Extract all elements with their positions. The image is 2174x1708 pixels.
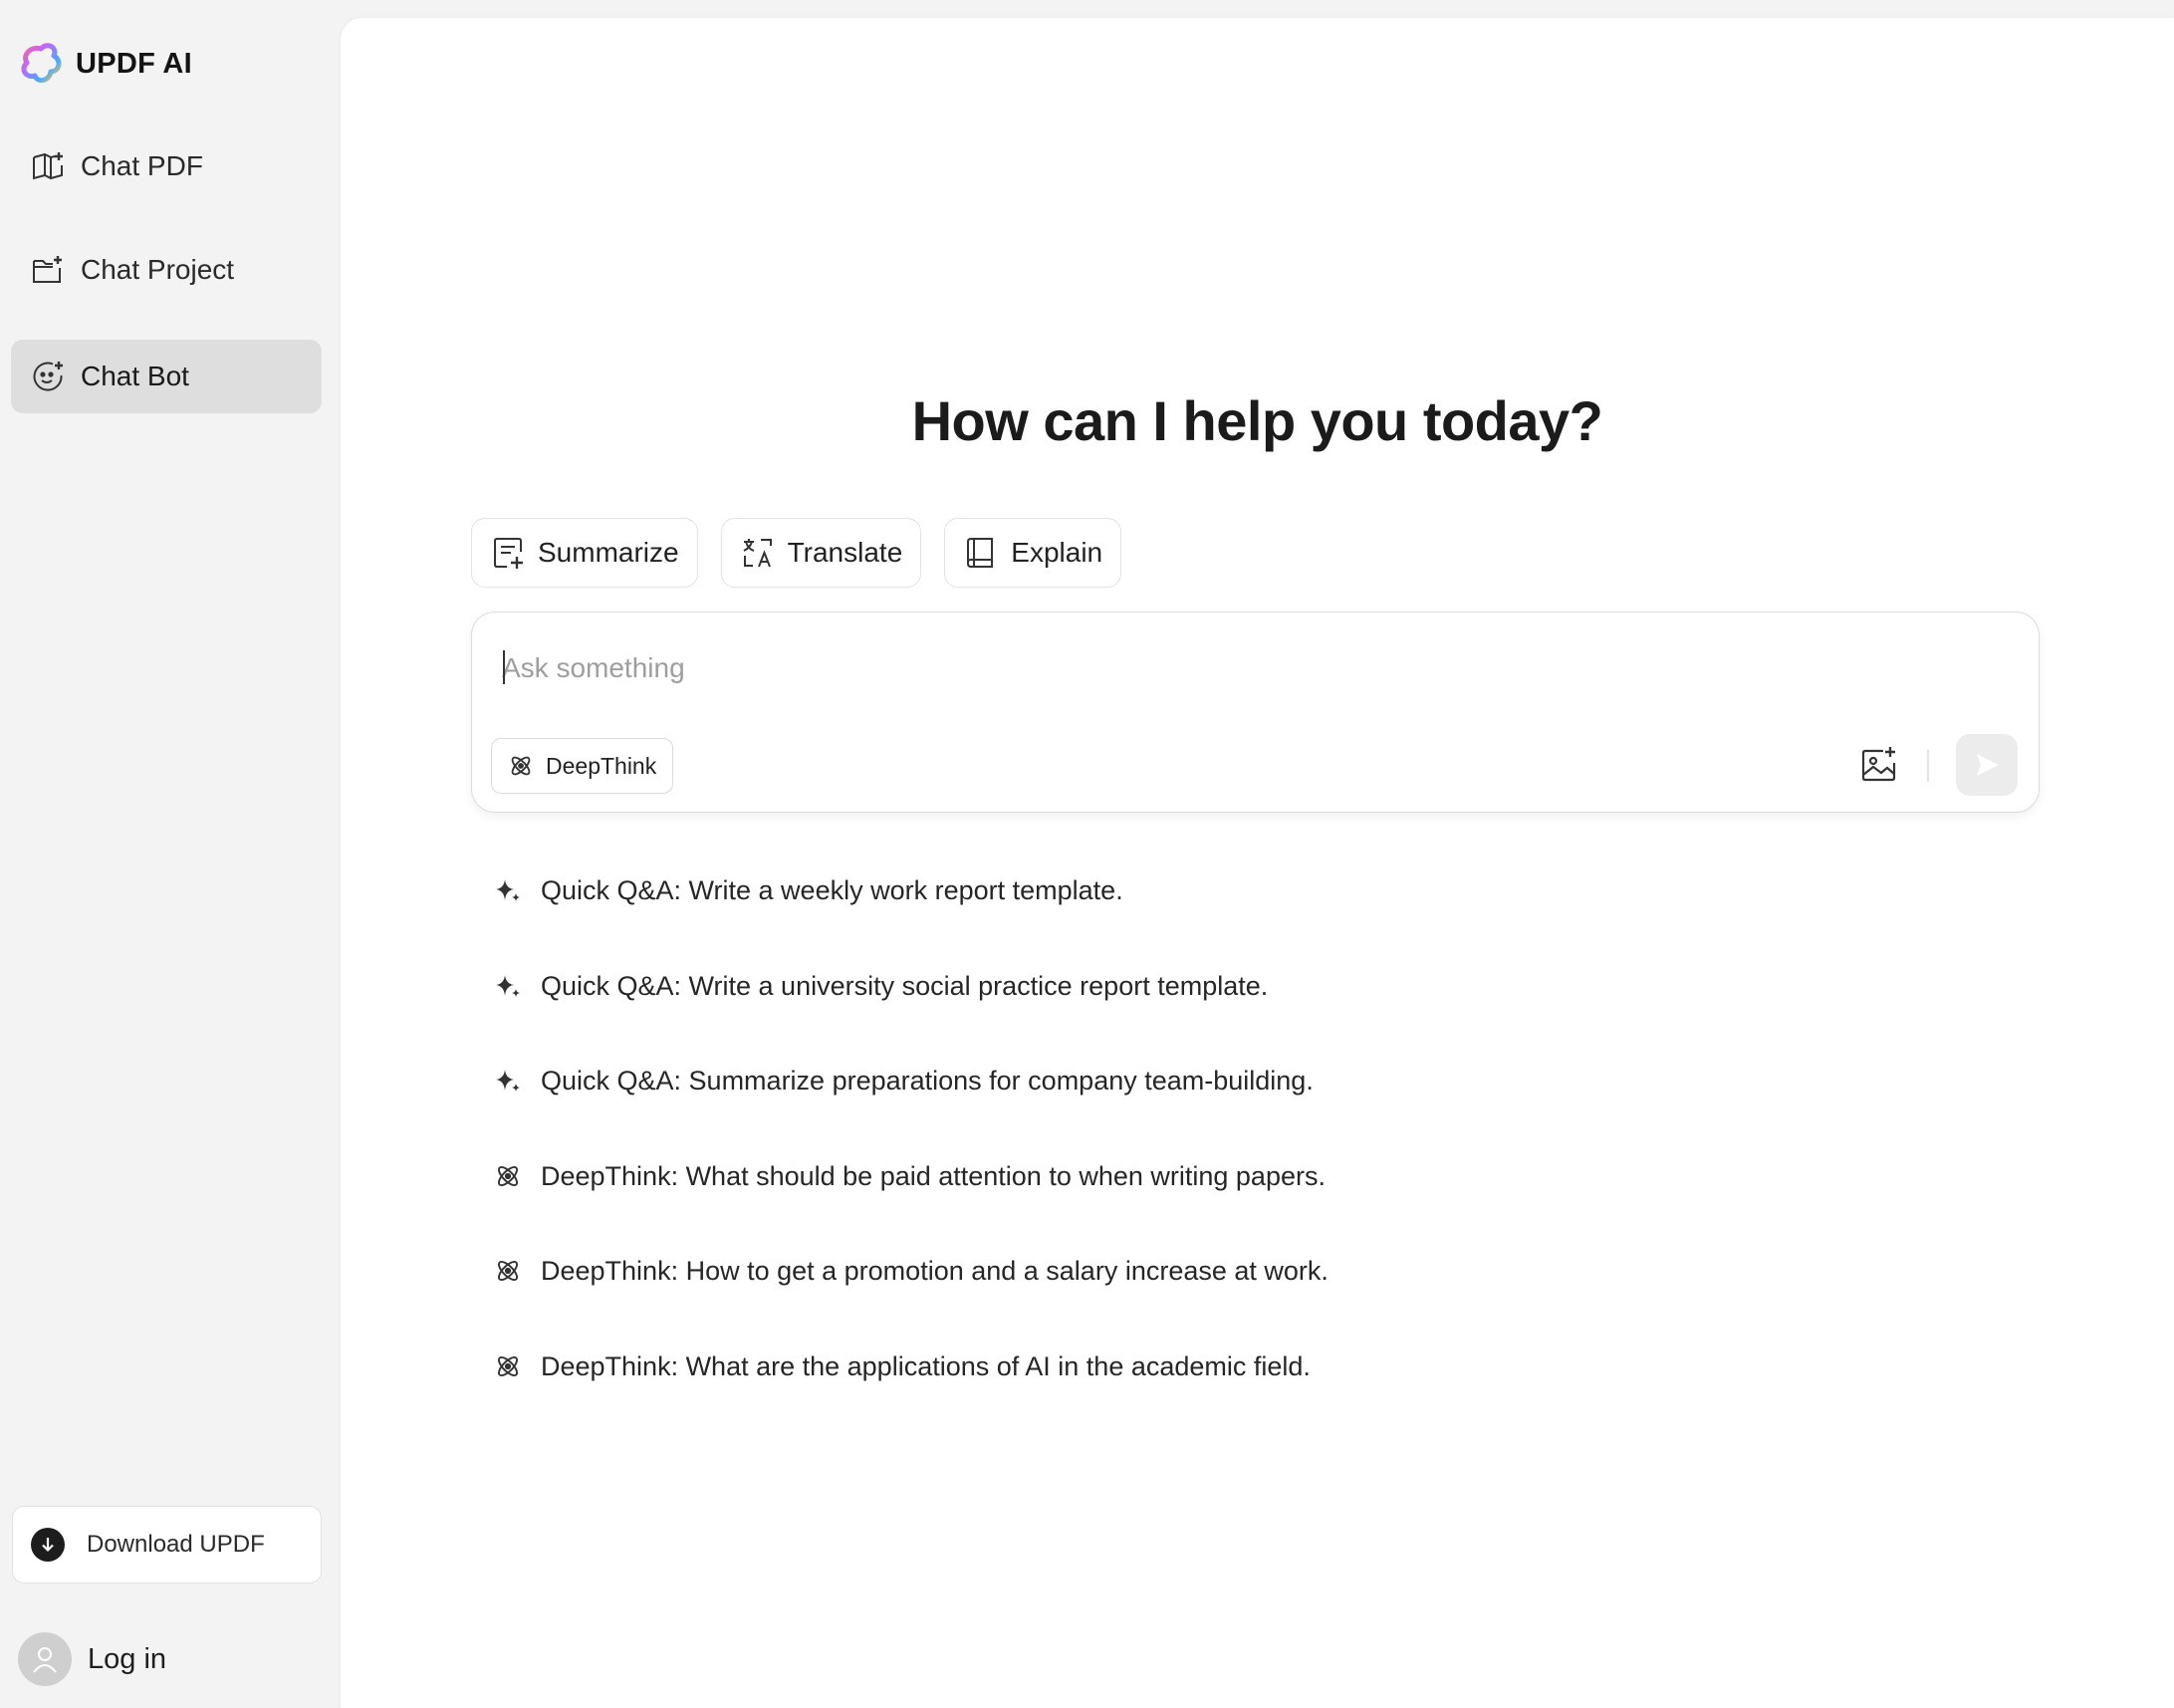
brand-name: UPDF AI [76, 47, 193, 80]
toolbar-divider [1927, 750, 1929, 782]
chip-label: Explain [1011, 537, 1103, 568]
sidebar: UPDF AI Chat PDF Chat Project Chat Bot D… [0, 0, 341, 1708]
nav-label: Chat PDF [81, 150, 203, 181]
nav-item-chat-pdf[interactable]: Chat PDF [11, 129, 322, 203]
sparkle-icon [493, 875, 523, 905]
app-window: UPDF AI Chat PDF Chat Project Chat Bot D… [0, 0, 2174, 1708]
main-panel: How can I help you today? Summarize Tran… [341, 18, 2174, 1708]
text-caret [503, 650, 505, 684]
suggestion-label: DeepThink: What should be paid attention… [541, 1160, 1326, 1191]
download-updf-button[interactable]: Download UPDF [12, 1506, 322, 1584]
sparkle-icon [493, 1066, 523, 1096]
suggestion-label: DeepThink: What are the applications of … [541, 1350, 1311, 1381]
suggestion-item[interactable]: DeepThink: What are the applications of … [493, 1341, 1588, 1392]
page-title: How can I help you today? [911, 389, 1603, 452]
summarize-icon [490, 535, 526, 571]
suggestion-item[interactable]: Quick Q&A: Write a university social pra… [493, 960, 1588, 1012]
image-upload-button[interactable] [1856, 742, 1902, 788]
suggestion-item[interactable]: Quick Q&A: Write a weekly work report te… [493, 864, 1588, 916]
image-sparkle-icon [1861, 747, 1896, 782]
suggestion-label: Quick Q&A: Write a university social pra… [541, 970, 1269, 1001]
atom-icon [493, 1351, 523, 1381]
brand[interactable]: UPDF AI [20, 40, 192, 88]
suggestion-label: DeepThink: How to get a promotion and a … [541, 1255, 1329, 1286]
translate-chip[interactable]: Translate [720, 518, 922, 588]
chat-composer: DeepThink [471, 611, 2040, 813]
explain-chip[interactable]: Explain [944, 518, 1122, 588]
suggestion-item[interactable]: DeepThink: What should be paid attention… [493, 1150, 1588, 1202]
nav-label: Chat Project [81, 254, 235, 285]
user-icon [33, 1647, 57, 1673]
send-icon [1977, 754, 1999, 776]
updf-logo-icon [21, 43, 62, 84]
nav-item-chat-bot[interactable]: Chat Bot [11, 340, 322, 413]
download-icon [31, 1528, 65, 1562]
ask-input[interactable] [502, 646, 1896, 690]
translate-icon [740, 535, 776, 571]
sparkle-icon [493, 971, 523, 1001]
book-icon [963, 535, 999, 571]
atom-icon [511, 756, 531, 776]
suggestion-label: Quick Q&A: Summarize preparations for co… [541, 1065, 1314, 1096]
download-label: Download UPDF [87, 1531, 265, 1558]
atom-icon [493, 1161, 523, 1191]
suggestion-item[interactable]: Quick Q&A: Summarize preparations for co… [493, 1055, 1588, 1106]
avatar [18, 1632, 72, 1686]
nav-item-chat-project[interactable]: Chat Project [11, 233, 322, 307]
nav-label: Chat Bot [81, 361, 189, 391]
quick-action-chips: Summarize Translate Explain [471, 518, 1122, 588]
login-button[interactable]: Log in [18, 1631, 166, 1687]
chip-label: Summarize [538, 537, 679, 568]
atom-icon [493, 1256, 523, 1286]
suggestion-label: Quick Q&A: Write a weekly work report te… [541, 874, 1123, 905]
send-button[interactable] [1956, 734, 2018, 796]
bot-face-icon [31, 360, 65, 393]
book-sparkle-icon [31, 149, 65, 183]
deepthink-toggle[interactable]: DeepThink [491, 738, 674, 794]
folder-sparkle-icon [31, 253, 65, 287]
summarize-chip[interactable]: Summarize [471, 518, 698, 588]
suggestion-item[interactable]: DeepThink: How to get a promotion and a … [493, 1245, 1588, 1297]
login-label: Log in [88, 1642, 167, 1675]
deepthink-label: DeepThink [546, 752, 657, 779]
chip-label: Translate [787, 537, 903, 568]
